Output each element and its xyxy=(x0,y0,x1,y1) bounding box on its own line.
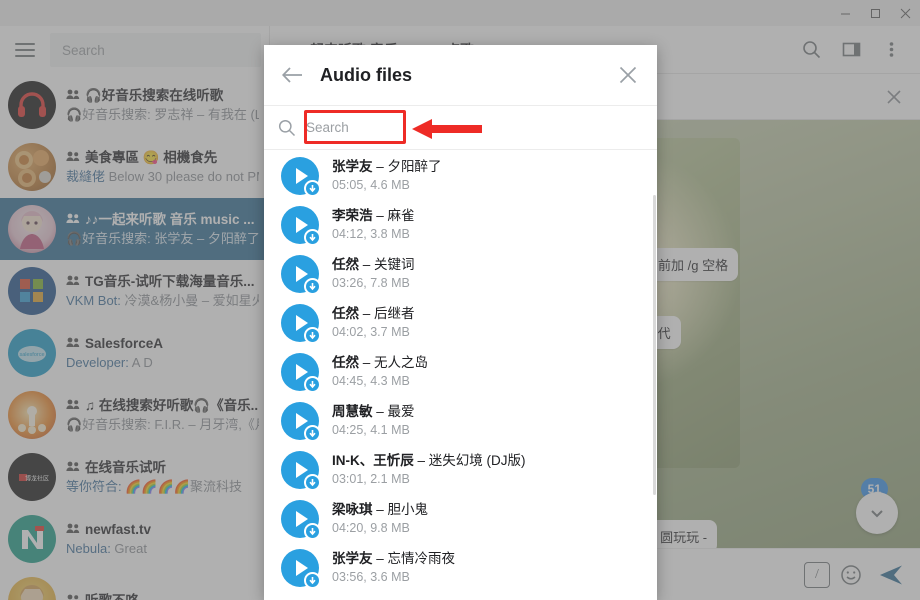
audio-track: 无人之岛 xyxy=(374,355,428,370)
dialog-title: Audio files xyxy=(320,65,601,86)
audio-track: 迷失幻境 (DJ版) xyxy=(429,453,526,468)
audio-file-texts: 张学友 – 忘情冷雨夜03:56, 3.6 MB xyxy=(332,550,641,585)
audio-file-item[interactable]: 张学友 – 忘情冷雨夜03:56, 3.6 MB xyxy=(264,543,657,592)
audio-separator: – xyxy=(359,355,374,370)
audio-separator: – xyxy=(359,257,374,272)
audio-separator: – xyxy=(373,502,388,517)
audio-file-meta: 04:25, 4.1 MB xyxy=(332,422,641,438)
play-download-control[interactable] xyxy=(281,549,319,587)
audio-file-item[interactable]: 任然 – 后继者04:02, 3.7 MB xyxy=(264,298,657,347)
play-download-control[interactable] xyxy=(281,402,319,440)
dialog-header: Audio files xyxy=(264,45,657,105)
audio-file-meta: 03:01, 2.1 MB xyxy=(332,471,641,487)
audio-file-item[interactable]: 梁咏琪 – 胆小鬼04:20, 9.8 MB xyxy=(264,494,657,543)
audio-file-texts: 任然 – 关键词03:26, 7.8 MB xyxy=(332,256,641,291)
audio-track: 麻雀 xyxy=(388,208,415,223)
play-download-control[interactable] xyxy=(281,157,319,195)
audio-artist: 任然 xyxy=(332,306,359,321)
back-arrow-icon[interactable] xyxy=(280,62,306,88)
audio-file-name: 张学友 – 忘情冷雨夜 xyxy=(332,550,641,568)
audio-file-texts: 周慧敏 – 最爱04:25, 4.1 MB xyxy=(332,403,641,438)
audio-separator: – xyxy=(414,453,429,468)
audio-separator: – xyxy=(359,306,374,321)
audio-file-meta: 04:02, 3.7 MB xyxy=(332,324,641,340)
audio-file-meta: 03:26, 7.8 MB xyxy=(332,275,641,291)
audio-file-item[interactable]: 李荣浩 – 麻雀04:12, 3.8 MB xyxy=(264,200,657,249)
audio-file-texts: 李荣浩 – 麻雀04:12, 3.8 MB xyxy=(332,207,641,242)
audio-file-name: 周慧敏 – 最爱 xyxy=(332,403,641,421)
audio-artist: 张学友 xyxy=(332,551,373,566)
audio-track: 后继者 xyxy=(374,306,415,321)
audio-file-meta: 03:56, 3.6 MB xyxy=(332,569,641,585)
download-icon[interactable] xyxy=(304,572,321,589)
audio-file-texts: 任然 – 后继者04:02, 3.7 MB xyxy=(332,305,641,340)
app-window: Search 🎧好音乐搜索在线听歌🎧好音乐搜索: 罗志祥 – 有我在 (L美食專… xyxy=(0,0,920,600)
download-icon[interactable] xyxy=(304,327,321,344)
close-icon[interactable] xyxy=(615,62,641,88)
audio-file-meta: 05:05, 4.6 MB xyxy=(332,177,641,193)
download-icon[interactable] xyxy=(304,229,321,246)
download-icon[interactable] xyxy=(304,474,321,491)
audio-track: 胆小鬼 xyxy=(388,502,429,517)
audio-file-name: IN-K、王忻辰 – 迷失幻境 (DJ版) xyxy=(332,452,641,470)
audio-separator: – xyxy=(373,404,388,419)
download-icon[interactable] xyxy=(304,376,321,393)
download-icon[interactable] xyxy=(304,523,321,540)
audio-file-item[interactable]: IN-K、王忻辰 – 迷失幻境 (DJ版)03:01, 2.1 MB xyxy=(264,445,657,494)
audio-file-name: 李荣浩 – 麻雀 xyxy=(332,207,641,225)
audio-artist: 周慧敏 xyxy=(332,404,373,419)
dialog-scrollbar[interactable] xyxy=(653,195,656,495)
audio-file-item[interactable]: 任然 – 关键词03:26, 7.8 MB xyxy=(264,249,657,298)
audio-artist: 张学友 xyxy=(332,159,373,174)
audio-track: 夕阳醉了 xyxy=(388,159,442,174)
audio-separator: – xyxy=(373,551,388,566)
audio-separator: – xyxy=(373,159,388,174)
audio-artist: 梁咏琪 xyxy=(332,502,373,517)
search-placeholder: Search xyxy=(306,120,349,135)
audio-file-texts: 任然 – 无人之岛04:45, 4.3 MB xyxy=(332,354,641,389)
play-download-control[interactable] xyxy=(281,206,319,244)
search-icon xyxy=(278,119,296,137)
audio-file-name: 任然 – 无人之岛 xyxy=(332,354,641,372)
play-download-control[interactable] xyxy=(281,451,319,489)
play-download-control[interactable] xyxy=(281,304,319,342)
download-icon[interactable] xyxy=(304,425,321,442)
play-download-control[interactable] xyxy=(281,255,319,293)
audio-artist: 任然 xyxy=(332,257,359,272)
audio-file-item[interactable]: 周慧敏 – 最爱04:25, 4.1 MB xyxy=(264,396,657,445)
audio-track: 忘情冷雨夜 xyxy=(388,551,456,566)
play-download-control[interactable] xyxy=(281,500,319,538)
audio-artist: IN-K、王忻辰 xyxy=(332,453,414,468)
annotation-arrow xyxy=(412,118,484,140)
download-icon[interactable] xyxy=(304,180,321,197)
audio-file-texts: 梁咏琪 – 胆小鬼04:20, 9.8 MB xyxy=(332,501,641,536)
audio-file-item[interactable]: 张学友 – 夕阳醉了05:05, 4.6 MB xyxy=(264,151,657,200)
audio-file-meta: 04:12, 3.8 MB xyxy=(332,226,641,242)
audio-track: 最爱 xyxy=(388,404,415,419)
audio-file-meta: 04:45, 4.3 MB xyxy=(332,373,641,389)
audio-file-name: 梁咏琪 – 胆小鬼 xyxy=(332,501,641,519)
audio-track: 关键词 xyxy=(374,257,415,272)
audio-file-meta: 04:20, 9.8 MB xyxy=(332,520,641,536)
audio-file-texts: IN-K、王忻辰 – 迷失幻境 (DJ版)03:01, 2.1 MB xyxy=(332,452,641,487)
audio-file-item[interactable]: 任然 – 无人之岛04:45, 4.3 MB xyxy=(264,347,657,396)
download-icon[interactable] xyxy=(304,278,321,295)
audio-file-texts: 张学友 – 夕阳醉了05:05, 4.6 MB xyxy=(332,158,641,193)
audio-artist: 李荣浩 xyxy=(332,208,373,223)
audio-file-list[interactable]: 张学友 – 夕阳醉了05:05, 4.6 MB李荣浩 – 麻雀04:12, 3.… xyxy=(264,151,657,600)
audio-file-name: 任然 – 后继者 xyxy=(332,305,641,323)
audio-separator: – xyxy=(373,208,388,223)
audio-artist: 任然 xyxy=(332,355,359,370)
audio-file-name: 张学友 – 夕阳醉了 xyxy=(332,158,641,176)
play-download-control[interactable] xyxy=(281,353,319,391)
audio-file-name: 任然 – 关键词 xyxy=(332,256,641,274)
